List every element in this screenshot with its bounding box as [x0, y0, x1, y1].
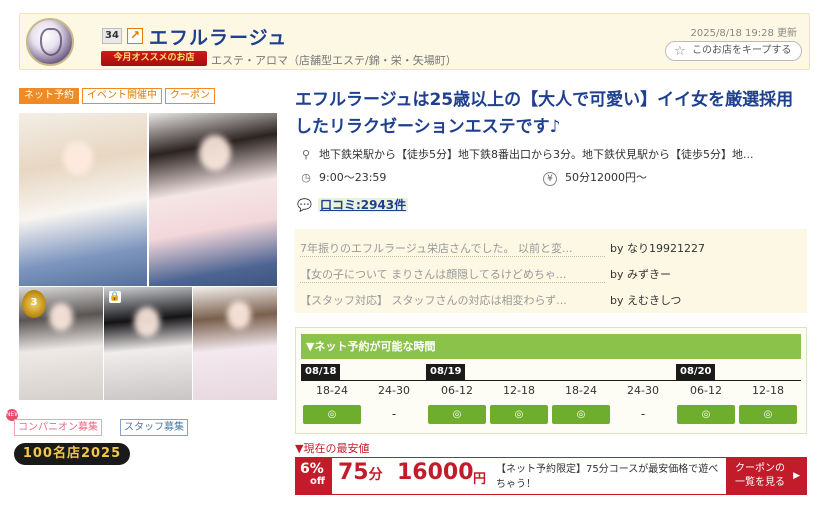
slot-available-button[interactable]: ◎ [677, 405, 735, 424]
medal-icon: 3 [22, 290, 46, 318]
date-tag: 08/18 [301, 364, 341, 380]
course-minutes: 75分 [338, 460, 383, 485]
lowest-price-box[interactable]: 6% off 75分 16000 円 【ネット予約限定】75分コースが最安価格で… [295, 457, 807, 495]
keep-shop-button[interactable]: ☆ このお店をキープする [665, 41, 802, 61]
slot-label: 24-30 [378, 384, 410, 397]
yen-icon: ¥ [543, 172, 557, 186]
feature-tags: ネット予約 イベント開催中 クーポン [19, 88, 215, 104]
price-description: 【ネット予約限定】75分コースが最安価格で遊べちゃう！ [496, 464, 719, 490]
kuchikomi-row: 💬 口コミ:2943件 [297, 196, 409, 213]
recommend-badge: 今月オススメのお店 [101, 51, 207, 66]
shop-genre: エステ・アロマ（店舗型エステ/錦・栄・矢場町） [211, 54, 457, 67]
girl-photo-4[interactable] [104, 287, 192, 400]
access-text: 地下鉄栄駅から【徒歩5分】地下鉄8番出口から3分。地下鉄伏見駅から【徒歩5分】地… [319, 148, 754, 161]
review-text[interactable]: 7年振りのエフルラージュ栄店さんでした。 以前と変... [300, 240, 600, 256]
discount-percent: 6% [300, 461, 324, 477]
net-reservation-panel: ▼ネット予約が可能な時間 08/18 08/19 08/20 18-24 24-… [295, 327, 807, 434]
shop-headline[interactable]: エフルラージュは25歳以上の【大人で可愛い】イイ女を厳選採用したリラクゼーション… [295, 87, 810, 141]
slot-label: 12-18 [503, 384, 535, 397]
speech-bubble-icon: 💬 [297, 198, 312, 212]
keep-shop-label: このお店をキープする [692, 45, 792, 56]
tag-net-reservation[interactable]: ネット予約 [19, 88, 79, 104]
girl-photo-2[interactable] [149, 113, 277, 286]
discount-off: off [310, 476, 325, 487]
slot-available-button[interactable]: ◎ [552, 405, 610, 424]
kuchikomi-link[interactable]: 口コミ:2943件 [317, 198, 409, 212]
girl-photo-5[interactable] [193, 287, 277, 400]
date-tag: 08/19 [426, 364, 466, 380]
slot-available-button[interactable]: ◎ [490, 405, 548, 424]
arrow-up-right-icon: ↗ [127, 28, 143, 44]
slot-unavailable: - [640, 407, 646, 421]
access-info: ⚲ 地下鉄栄駅から【徒歩5分】地下鉄8番出口から3分。地下鉄伏見駅から【徒歩5分】… [299, 146, 754, 162]
reservation-title[interactable]: ▼ネット予約が可能な時間 [301, 334, 801, 359]
slot-label: 06-12 [441, 384, 473, 397]
shop-name[interactable]: エフルラージュ [149, 23, 287, 50]
slot-label: 24-30 [627, 384, 659, 397]
review-author: by みずきー [610, 268, 671, 281]
course-minutes-unit: 分 [368, 467, 383, 483]
review-author: by なり19921227 [610, 242, 705, 255]
course-price-yen: 円 [473, 472, 487, 487]
course-minutes-value: 75 [338, 460, 369, 485]
review-item[interactable]: 【スタッフ対応】 スタッフさんの対応は相変わらず... by えむきしつ [300, 286, 800, 310]
meiten-2025-badge[interactable]: 100名店2025 [14, 443, 130, 465]
map-pin-icon: ⚲ [301, 148, 311, 161]
tag-coupon[interactable]: クーポン [165, 88, 215, 104]
lowest-price-label: ▼現在の最安値 [295, 442, 370, 455]
rank-badge: 34 [102, 28, 122, 44]
slot-label: 18-24 [565, 384, 597, 397]
girl-photo-1[interactable] [19, 113, 147, 286]
staff-recruit-link[interactable]: スタッフ募集 [120, 419, 188, 436]
date-tag: 08/20 [676, 364, 716, 380]
course-price: 16000 [397, 460, 474, 485]
price-info: ¥50分12000円〜 [543, 169, 647, 186]
star-icon: ☆ [674, 44, 686, 59]
slot-available-button[interactable]: ◎ [739, 405, 797, 424]
updated-timestamp: 2025/8/18 19:28 更新 [690, 28, 797, 39]
review-text[interactable]: 【スタッフ対応】 スタッフさんの対応は相変わらず... [300, 292, 600, 308]
review-item[interactable]: 【女の子について まりさんは顔隠してるけどめちゃ... by みずきー [300, 260, 800, 284]
triangle-right-icon: ▶ [793, 471, 800, 481]
review-author: by えむきしつ [610, 294, 682, 307]
slot-unavailable: - [391, 407, 397, 421]
review-item[interactable]: 7年振りのエフルラージュ栄店さんでした。 以前と変... by なり199212… [300, 234, 800, 258]
shop-logo[interactable] [26, 18, 74, 66]
slot-label: 12-18 [752, 384, 784, 397]
slot-available-button[interactable]: ◎ [303, 405, 361, 424]
shop-header: 34 ↗ エフルラージュ 今月オススメのお店 エステ・アロマ（店舗型エステ/錦・… [19, 13, 810, 70]
slot-label: 06-12 [690, 384, 722, 397]
slot-available-button[interactable]: ◎ [428, 405, 486, 424]
review-list: 7年振りのエフルラージュ栄店さんでした。 以前と変... by なり199212… [295, 229, 807, 313]
price-text: 50分12000円〜 [565, 171, 647, 184]
hours-text: 9:00〜23:59 [319, 171, 387, 184]
hours-info: ◷ 9:00〜23:59 [299, 169, 386, 185]
slot-label: 18-24 [316, 384, 348, 397]
discount-badge: 6% off [296, 458, 332, 494]
lock-icon: 🔒 [109, 291, 121, 303]
clock-icon: ◷ [301, 171, 311, 184]
review-text[interactable]: 【女の子について まりさんは顔隠してるけどめちゃ... [300, 266, 600, 282]
companion-recruit-link[interactable]: コンパニオン募集 [14, 419, 102, 436]
tag-event[interactable]: イベント開催中 [82, 88, 162, 104]
coupon-list-button[interactable]: クーポンの 一覧を見る ▶ [726, 458, 806, 494]
